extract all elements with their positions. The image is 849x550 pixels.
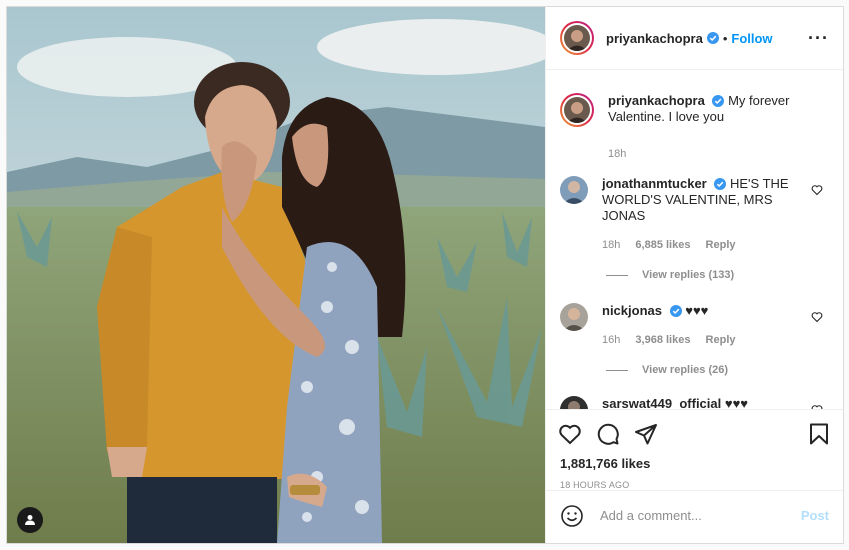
- comments-list[interactable]: priyankachopra My forever Valentine. I l…: [546, 71, 843, 409]
- author-username[interactable]: priyankachopra: [606, 31, 703, 46]
- comment-body: sarswat449_official ♥♥♥: [602, 396, 829, 409]
- post-comment-button[interactable]: Post: [801, 508, 829, 523]
- photo-illustration: [7, 7, 545, 543]
- emoji-icon[interactable]: [560, 504, 584, 528]
- view-replies-label: View replies (133): [642, 269, 735, 281]
- caption: priyankachopra My forever Valentine. I l…: [560, 93, 829, 162]
- comment-text: ♥♥♥: [724, 396, 749, 409]
- post-card: priyankachopra • Follow ··· priyankachop…: [6, 6, 844, 544]
- comment-icon[interactable]: [596, 422, 620, 446]
- comment-item: sarswat449_official ♥♥♥: [560, 396, 829, 409]
- add-comment-bar: Post: [546, 490, 843, 540]
- comment-body: nickjonas ♥♥♥ 16h 3,968 likes Reply: [602, 303, 829, 348]
- bookmark-icon[interactable]: [807, 422, 831, 446]
- post-side-panel: priyankachopra • Follow ··· priyankachop…: [545, 7, 843, 543]
- verified-badge-icon: [669, 305, 682, 317]
- caption-time: 18h: [608, 148, 627, 160]
- comment-text: ♥♥♥: [685, 303, 709, 318]
- action-icons: [546, 410, 843, 446]
- separator-dot: •: [722, 30, 728, 46]
- post-photo[interactable]: [7, 7, 545, 543]
- reply-button[interactable]: Reply: [706, 239, 736, 251]
- caption-meta: 18h: [608, 146, 801, 162]
- comment-meta: 16h 3,968 likes Reply: [602, 332, 801, 348]
- likes-count[interactable]: 1,881,766 likes: [546, 446, 843, 471]
- view-replies-button[interactable]: View replies (26): [606, 364, 829, 376]
- post-header: priyankachopra • Follow ···: [546, 7, 843, 70]
- comment-time: 18h: [602, 239, 621, 251]
- commenter-avatar[interactable]: [560, 176, 588, 204]
- comment-time: 16h: [602, 334, 621, 346]
- verified-badge-icon: [706, 32, 719, 44]
- verified-badge-icon: [712, 95, 725, 107]
- replies-divider: [606, 369, 628, 371]
- view-replies-label: View replies (26): [642, 364, 729, 376]
- comment-like-icon[interactable]: [811, 311, 823, 323]
- commenter-avatar[interactable]: [560, 303, 588, 331]
- more-options-icon[interactable]: ···: [808, 28, 829, 49]
- comment-like-icon[interactable]: [811, 184, 823, 196]
- post-actions: 1,881,766 likes 18 HOURS AGO Post: [546, 409, 843, 540]
- comment-body: jonathanmtucker HE'S THE WORLD'S VALENTI…: [602, 176, 829, 253]
- add-comment-input[interactable]: [598, 507, 801, 524]
- tagged-users-button[interactable]: [17, 507, 43, 533]
- caption-username[interactable]: priyankachopra: [608, 93, 705, 108]
- post-time[interactable]: 18 HOURS AGO: [546, 471, 843, 490]
- view-replies-button[interactable]: View replies (133): [606, 269, 829, 281]
- comment-username[interactable]: jonathanmtucker: [602, 176, 707, 191]
- heart-icon[interactable]: [558, 422, 582, 446]
- share-icon[interactable]: [634, 422, 658, 446]
- avatar-image: [564, 97, 590, 123]
- author-avatar[interactable]: [560, 21, 594, 55]
- caption-body: priyankachopra My forever Valentine. I l…: [608, 93, 829, 162]
- verified-badge-icon: [714, 178, 727, 190]
- comment-likes[interactable]: 6,885 likes: [635, 239, 690, 251]
- comment-item: nickjonas ♥♥♥ 16h 3,968 likes Reply: [560, 303, 829, 348]
- comment-username[interactable]: sarswat449_official: [602, 396, 721, 409]
- follow-button[interactable]: Follow: [731, 31, 772, 46]
- avatar-image: [564, 25, 590, 51]
- comment-item: jonathanmtucker HE'S THE WORLD'S VALENTI…: [560, 176, 829, 253]
- comment-likes[interactable]: 3,968 likes: [635, 334, 690, 346]
- caption-avatar[interactable]: [560, 93, 594, 127]
- comment-meta: 18h 6,885 likes Reply: [602, 237, 801, 253]
- replies-divider: [606, 274, 628, 276]
- commenter-avatar[interactable]: [560, 396, 588, 409]
- comment-username[interactable]: nickjonas: [602, 303, 662, 318]
- person-icon: [25, 515, 35, 525]
- reply-button[interactable]: Reply: [706, 334, 736, 346]
